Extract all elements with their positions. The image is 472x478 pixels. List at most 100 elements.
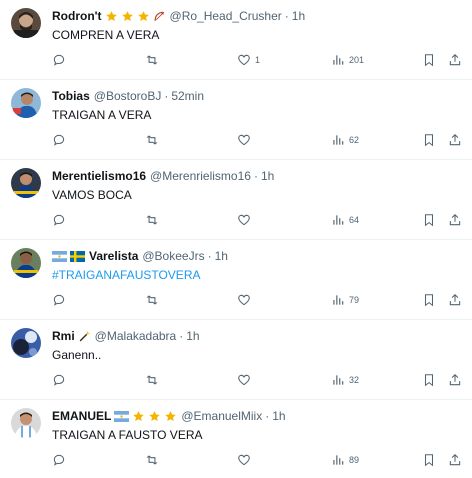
separator-dot: · [284,9,289,23]
hashtag-link[interactable]: #TRAIGANAFAUSTOVERA [52,267,200,283]
tweet[interactable]: Tobias @BostoroBJ · 52min TRAIGAN A VERA… [0,80,472,160]
user-handle[interactable]: @Malakadabra [95,328,177,344]
display-name[interactable]: Rodron't [52,8,102,24]
bow-arrow-icon [153,10,166,23]
timestamp[interactable]: 1h [272,408,285,424]
user-handle[interactable]: @Ro_Head_Crusher [170,8,282,24]
action-bar: 32 [0,371,472,389]
bookmark-button[interactable] [422,291,436,309]
like-count: 1 [255,55,261,65]
bookmark-icon [422,133,436,147]
retweet-button[interactable] [145,291,159,309]
display-name[interactable]: Rmi [52,328,75,344]
views-button[interactable]: 201 [331,51,364,69]
flag-argentina-icon [52,250,67,262]
view-count: 201 [349,55,365,65]
avatar[interactable] [11,168,41,198]
retweet-icon [145,133,159,147]
tweet[interactable]: Varelista @BokeeJrs · 1h #TRAIGANAFAUSTO… [0,240,472,320]
reply-button[interactable] [52,51,66,69]
tweet[interactable]: EMANUEL @EmanuelMiix · 1h TRAIGAN A FAUS… [0,400,472,478]
share-button[interactable] [448,451,462,469]
share-button[interactable] [448,371,462,389]
separator-dot: · [179,329,184,343]
user-handle[interactable]: @BokeeJrs [142,248,204,264]
display-name[interactable]: EMANUEL [52,408,111,424]
bookmark-button[interactable] [422,131,436,149]
views-icon [331,213,345,227]
share-button[interactable] [448,291,462,309]
views-icon [331,293,345,307]
tweet[interactable]: Rmi @Malakadabra · 1h Ganenn.. 32 [0,320,472,400]
tweet-header: Merentielismo16 @Merenrielismo16 · 1h [52,168,274,184]
like-button[interactable] [237,451,255,469]
action-bar: 1 201 [0,51,472,69]
share-button[interactable] [448,211,462,229]
reply-button[interactable] [52,451,66,469]
views-button[interactable]: 79 [331,291,359,309]
avatar[interactable] [11,248,41,278]
like-icon [237,293,251,307]
like-button[interactable] [237,211,255,229]
like-button[interactable] [237,291,255,309]
display-name[interactable]: Varelista [89,248,138,264]
views-button[interactable]: 64 [331,211,359,229]
share-button[interactable] [448,131,462,149]
bookmark-button[interactable] [422,451,436,469]
avatar[interactable] [11,408,41,438]
retweet-button[interactable] [145,451,159,469]
views-icon [331,453,345,467]
display-name[interactable]: Merentielismo16 [52,168,146,184]
share-button[interactable] [448,51,462,69]
reply-icon [52,453,66,467]
reply-button[interactable] [52,371,66,389]
timestamp[interactable]: 1h [215,248,228,264]
like-button[interactable]: 1 [237,51,260,69]
bookmark-button[interactable] [422,211,436,229]
reply-button[interactable] [52,131,66,149]
like-button[interactable] [237,371,255,389]
like-icon [237,133,251,147]
bookmark-icon [422,453,436,467]
user-handle[interactable]: @Merenrielismo16 [150,168,251,184]
display-name[interactable]: Tobias [52,88,90,104]
retweet-button[interactable] [145,51,159,69]
tweet-header: Rodron't @Ro_Head_Crusher · 1h [52,8,305,24]
views-button[interactable]: 32 [331,371,359,389]
tweet-header: Rmi @Malakadabra · 1h [52,328,200,344]
view-count: 79 [349,295,360,305]
user-handle[interactable]: @BostoroBJ [94,88,162,104]
views-button[interactable]: 62 [331,131,359,149]
reply-icon [52,133,66,147]
avatar[interactable] [11,88,41,118]
avatar[interactable] [11,328,41,358]
user-handle[interactable]: @EmanuelMiix [181,408,262,424]
tweet[interactable]: Rodron't @Ro_Head_Crusher · 1h COMPREN A… [0,0,472,80]
timestamp[interactable]: 1h [292,8,305,24]
view-count: 62 [349,135,360,145]
timestamp[interactable]: 52min [171,88,204,104]
reply-button[interactable] [52,291,66,309]
views-button[interactable]: 89 [331,451,359,469]
timestamp[interactable]: 1h [186,328,199,344]
separator-dot: · [265,409,270,423]
tweet-text: TRAIGAN A FAUSTO VERA [52,428,203,442]
reply-icon [52,293,66,307]
tweet-text: COMPREN A VERA [52,28,160,42]
timestamp[interactable]: 1h [261,168,274,184]
retweet-button[interactable] [145,371,159,389]
bookmark-button[interactable] [422,51,436,69]
tweet-text: Ganenn.. [52,348,102,362]
share-icon [448,213,462,227]
retweet-icon [145,373,159,387]
tweet[interactable]: Merentielismo16 @Merenrielismo16 · 1h VA… [0,160,472,240]
reply-button[interactable] [52,211,66,229]
star-icon [137,10,150,23]
retweet-icon [145,293,159,307]
retweet-button[interactable] [145,211,159,229]
retweet-button[interactable] [145,131,159,149]
avatar[interactable] [11,8,41,38]
bookmark-button[interactable] [422,371,436,389]
reply-icon [52,373,66,387]
like-button[interactable] [237,131,255,149]
